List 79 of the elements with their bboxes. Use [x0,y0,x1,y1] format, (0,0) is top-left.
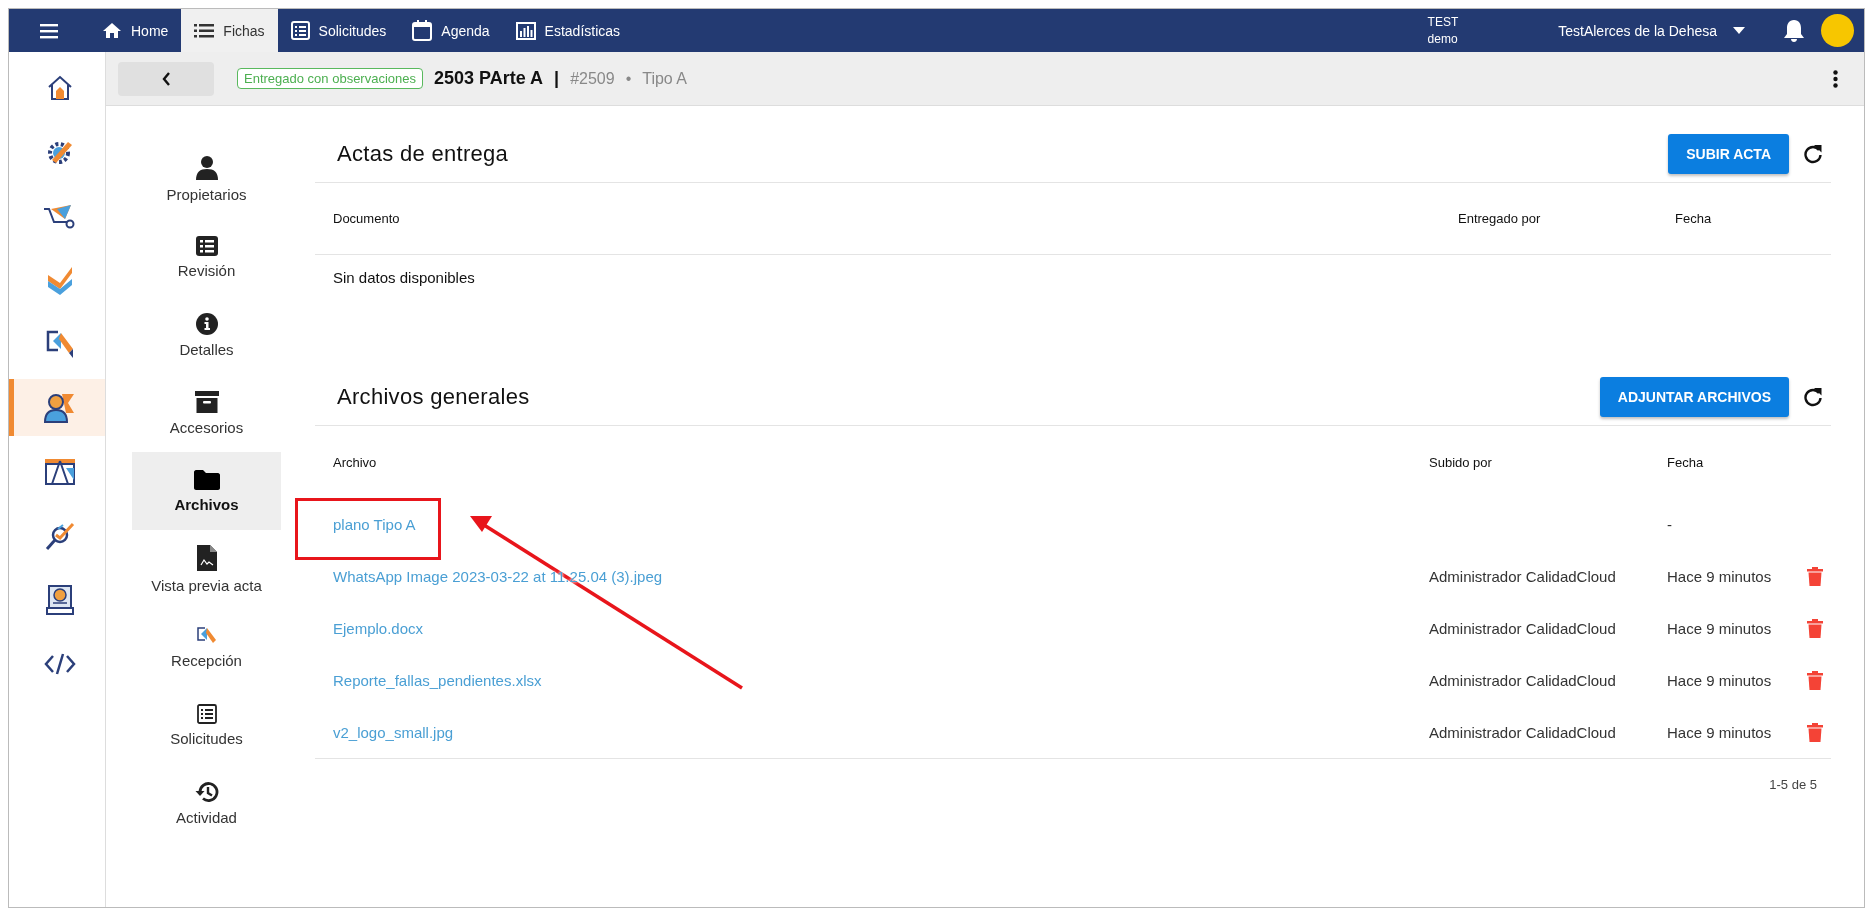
menu-icon [40,22,58,39]
list-icon [290,21,310,40]
column-header: Subido por [1429,454,1493,470]
empty-message: Sin datos disponibles [333,268,476,286]
rail-item[interactable] [9,379,105,436]
section-tab[interactable]: Vista previa acta [132,530,281,608]
column-header: Archivo [333,454,378,470]
delete-icon[interactable] [1807,722,1823,742]
unit-code: #2509 [570,69,615,88]
section-title: Actas de entrega [337,141,510,167]
magnifier-icon [44,520,75,551]
entry-icon [44,328,75,359]
table-cell-text: - [1667,515,1673,533]
status-badge: Entregado con observaciones [237,68,423,89]
history-icon [194,780,219,803]
column-header: Fecha [1667,454,1705,470]
section-tab[interactable]: Revisión [132,218,281,296]
home-icon [102,22,122,39]
nav-tab[interactable]: Home [89,9,182,52]
calendar-icon [412,20,433,41]
list-icon [195,235,218,256]
section-title: Archivos generales [337,384,531,410]
person-icon [195,155,218,180]
section-tab[interactable]: Recepción [132,608,281,686]
table-cell-text: Administrador CalidadCloud [1429,567,1617,585]
house-icon [46,74,73,101]
table-cell-text: Administrador CalidadCloud [1429,671,1617,689]
archive-box-icon [194,390,219,413]
person-icon [43,392,76,423]
column-header: Documento [333,211,401,226]
table-cell-text: Hace 9 minutos [1667,723,1773,741]
section-tab[interactable]: Solicitudes [132,686,281,764]
table-cell-text: Administrador CalidadCloud [1429,723,1617,741]
drafting-icon [43,457,76,486]
nav-tab[interactable]: Estadísticas [502,9,634,52]
table-cell-text: Hace 9 minutos [1667,619,1773,637]
entry-icon [195,625,218,646]
avatar[interactable] [1821,14,1854,47]
nav-tab[interactable]: Agenda [399,9,503,52]
list-icon [196,703,217,724]
column-header: Fecha [1675,211,1713,226]
column-header: Entregado por [1458,211,1542,226]
table-cell-text: Hace 9 minutos [1667,671,1773,689]
project-dropdown[interactable]: TestAlerces de la Dehesa [1558,22,1745,39]
delete-icon[interactable] [1807,618,1823,638]
refresh-icon[interactable] [1803,144,1823,164]
folder-icon [193,469,220,490]
bar-chart-icon [515,21,536,40]
nav-tab[interactable]: Fichas [181,9,278,52]
more-icon[interactable] [1833,69,1838,88]
info-icon [195,312,218,335]
money-icon [45,584,74,615]
back-icon [161,71,171,86]
bullet-separator: • [625,69,632,88]
section-tab[interactable]: Propietarios [132,140,281,218]
title-separator: | [554,68,560,89]
delete-icon[interactable] [1807,670,1823,690]
table-cell-text: Administrador CalidadCloud [1429,619,1617,637]
code-icon [43,652,76,675]
section-tab[interactable]: Archivos [132,452,281,530]
section-tab[interactable]: Detalles [132,296,281,374]
section-tab[interactable]: Actividad [132,764,281,842]
nav-tab[interactable]: Solicitudes [277,9,400,52]
attach-button[interactable]: ADJUNTAR ARCHIVOS [1599,377,1789,417]
wheelbarrow-icon [42,202,77,229]
document-icon [196,544,217,571]
notification-icon[interactable] [1783,18,1805,43]
upload-button[interactable]: SUBIR ACTA [1668,134,1789,174]
environment-label: TEST [1427,13,1459,31]
environment-name: demo [1427,30,1459,48]
table-cell-text: Hace 9 minutos [1667,567,1773,585]
caret-icon [1733,27,1745,34]
pagination-info: 1-5 de 5 [1769,777,1817,792]
refresh-icon[interactable] [1803,387,1823,407]
list-icon [194,23,215,38]
delete-icon[interactable] [1807,566,1823,586]
unit-title: 2503 PArte A [434,68,544,89]
unit-type: Tipo A [642,69,687,88]
section-tab[interactable]: Accesorios [132,374,281,452]
